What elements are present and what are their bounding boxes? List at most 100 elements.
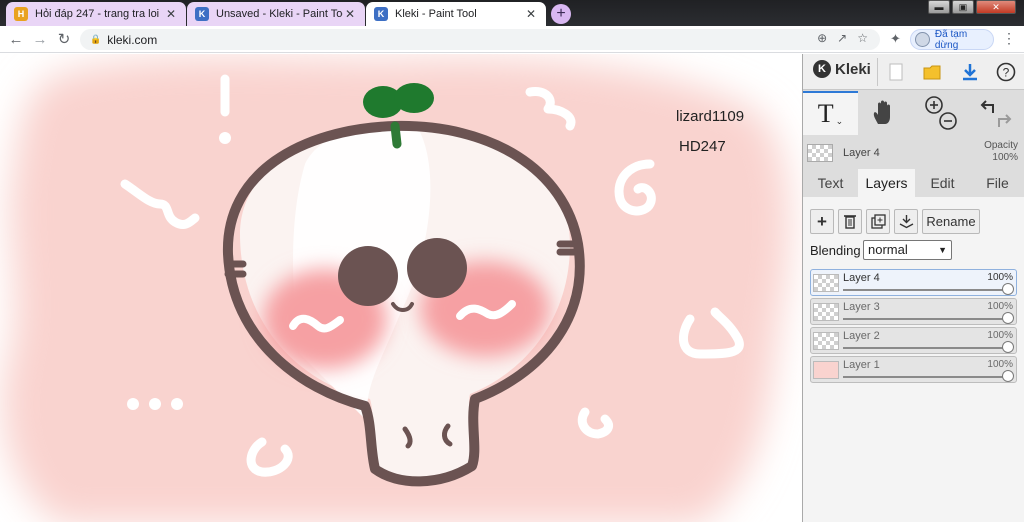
current-layer-info: Layer 4 Opacity 100% (803, 137, 1024, 167)
address-bar[interactable]: 🔒 kleki.com ⊕ ↗ ☆ (80, 29, 880, 50)
zoom-in-icon (925, 96, 943, 114)
tab-close-icon[interactable]: ✕ (343, 7, 357, 21)
opacity-label: Opacity (984, 140, 1018, 151)
extensions-puzzle-icon[interactable]: ✦ (890, 31, 901, 47)
rename-layer-button[interactable]: Rename (922, 209, 980, 234)
hoidap-favicon-icon: H (14, 7, 28, 21)
blending-label: Blending (810, 243, 861, 258)
text-tool-icon[interactable]: T ⌄ (803, 91, 858, 135)
current-layer-thumbnail (807, 144, 833, 162)
kleki-logo-icon: K (813, 60, 831, 78)
minimize-button[interactable]: ▬ (928, 0, 950, 14)
app-name: Kleki (835, 60, 871, 78)
kleki-favicon-icon: K (374, 7, 388, 21)
undo-redo-controls (971, 91, 1021, 135)
layers-panel: + Rename Blending normal ▼ Layer 4 100% (803, 197, 1024, 522)
tab-kleki-active[interactable]: K Kleki - Paint Tool ✕ (366, 2, 546, 26)
tab-hoidap[interactable]: H Hỏi đáp 247 - trang tra loi ✕ (6, 2, 186, 26)
tab-strip: H Hỏi đáp 247 - trang tra loi ✕ K Unsave… (0, 0, 1024, 26)
delete-layer-button[interactable] (838, 209, 862, 234)
layer-opacity: 100% (987, 330, 1013, 341)
undo-icon (980, 100, 994, 113)
redo-icon (998, 114, 1012, 127)
kleki-side-panel: K Kleki ? T ⌄ Layer 4 Opacity 100% Text … (802, 54, 1024, 522)
lock-icon: 🔒 (90, 34, 102, 44)
left-eye (338, 246, 398, 306)
layer-name: Layer 3 (843, 301, 880, 313)
tab-text[interactable]: Text (803, 169, 858, 197)
blending-value: normal (868, 242, 908, 257)
new-image-icon[interactable] (881, 58, 911, 86)
layer-row[interactable]: Layer 1 100% (810, 356, 1017, 383)
maximize-button[interactable]: ▣ (952, 0, 974, 14)
browser-menu-icon[interactable]: ⋮ (1002, 30, 1016, 47)
back-arrow-icon[interactable]: ← (6, 30, 26, 50)
sprout-stem (390, 121, 402, 149)
tab-title: Kleki - Paint Tool (395, 8, 477, 20)
tab-title: Hỏi đáp 247 - trang tra loi (35, 8, 160, 20)
opacity-slider-knob[interactable] (1002, 283, 1014, 295)
layer-row[interactable]: Layer 3 100% (810, 298, 1017, 325)
stamp-line-1: lizard1109 (676, 108, 745, 125)
reload-icon[interactable]: ↻ (54, 30, 74, 50)
tab-close-icon[interactable]: ✕ (164, 7, 178, 21)
duplicate-layer-button[interactable] (866, 209, 890, 234)
svg-text:?: ? (1003, 66, 1010, 80)
right-eye (407, 238, 467, 298)
kleki-logo[interactable]: K Kleki (813, 60, 871, 78)
chevron-down-icon: ▼ (938, 245, 947, 255)
add-layer-button[interactable]: + (810, 209, 834, 234)
opacity-slider-knob[interactable] (1002, 370, 1014, 382)
download-icon[interactable] (955, 58, 985, 86)
layer-opacity: 100% (987, 359, 1013, 370)
bookmark-star-icon[interactable]: ☆ (857, 31, 868, 45)
merge-layer-button[interactable] (894, 209, 918, 234)
tool-row: T ⌄ (803, 91, 1024, 135)
tab-layers[interactable]: Layers (858, 169, 915, 197)
folder-icon[interactable] (917, 58, 947, 86)
layer-name: Layer 1 (843, 359, 880, 371)
trash-icon (844, 215, 856, 229)
opacity-slider-knob[interactable] (1002, 312, 1014, 324)
help-icon[interactable]: ? (991, 58, 1021, 86)
layer-thumbnail (813, 274, 839, 292)
layer-thumbnail (813, 361, 839, 379)
browser-toolbar: ← → ↻ 🔒 kleki.com ⊕ ↗ ☆ ✦ Đã tạm dừng ⋮ (0, 26, 1024, 53)
sprout-leaf-right (394, 83, 434, 113)
layer-opacity: 100% (987, 272, 1013, 283)
screen: H Hỏi đáp 247 - trang tra loi ✕ K Unsave… (0, 0, 1024, 522)
stamp-line-2: HD247 (679, 138, 726, 155)
panel-tabs: Text Layers Edit File (803, 169, 1024, 197)
share-icon[interactable]: ↗ (837, 31, 847, 45)
layer-row[interactable]: Layer 4 100% (810, 269, 1017, 296)
opacity-slider-track[interactable] (843, 347, 1008, 349)
layer-row[interactable]: Layer 2 100% (810, 327, 1017, 354)
tab-edit[interactable]: Edit (915, 169, 970, 197)
tab-close-icon[interactable]: ✕ (524, 7, 538, 21)
tab-file[interactable]: File (970, 169, 1024, 197)
profile-button[interactable]: Đã tạm dừng (910, 28, 994, 51)
zoom-page-icon[interactable]: ⊕ (817, 31, 827, 45)
opacity-slider-track[interactable] (843, 289, 1008, 291)
forward-arrow-icon[interactable]: → (30, 30, 50, 50)
tab-kleki-unsaved[interactable]: K Unsaved - Kleki - Paint Tool ✕ (187, 2, 365, 26)
layer-thumbnail (813, 332, 839, 350)
chevron-down-icon[interactable]: ⌄ (836, 116, 844, 127)
merge-down-icon (899, 215, 913, 229)
window-controls: ▬ ▣ ✕ (928, 0, 1016, 14)
layer-thumbnail (813, 303, 839, 321)
new-tab-button[interactable]: + (551, 4, 571, 24)
blending-select[interactable]: normal ▼ (863, 240, 952, 260)
opacity-slider-knob[interactable] (1002, 341, 1014, 353)
opacity-slider-track[interactable] (843, 376, 1008, 378)
hand-tool-icon[interactable] (863, 91, 903, 135)
duplicate-icon (870, 214, 886, 229)
layer-name: Layer 2 (843, 330, 880, 342)
opacity-slider-track[interactable] (843, 318, 1008, 320)
window-close-button[interactable]: ✕ (976, 0, 1016, 14)
kleki-favicon-icon: K (195, 7, 209, 21)
zoom-controls (917, 91, 965, 135)
zoom-out-icon (939, 112, 957, 130)
drawing-canvas[interactable]: lizard1109 HD247 (0, 54, 802, 522)
profile-status-label: Đã tạm dừng (934, 28, 968, 51)
